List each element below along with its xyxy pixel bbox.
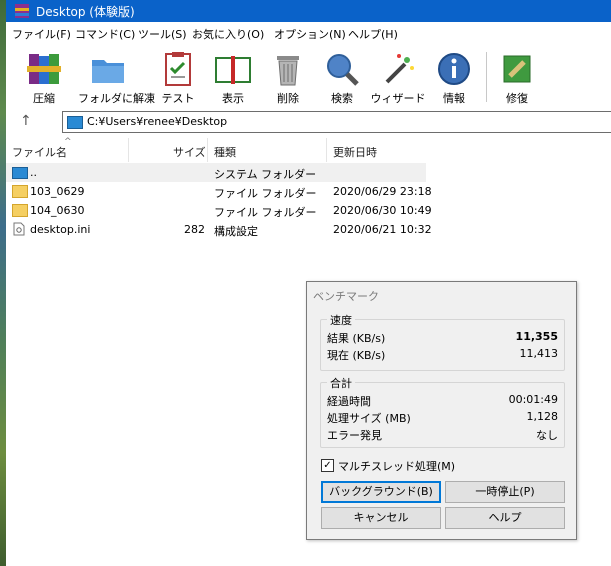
file-modified: 2020/06/29 23:18 [333,185,432,198]
extract-to-button[interactable]: フォルダに解凍 [78,48,155,106]
address-bar: ↑ C:¥Users¥renee¥Desktop [6,110,611,134]
speed-group-label: 速度 [327,312,355,328]
processed-size-label: 処理サイズ (MB) [327,412,411,425]
file-type: 構成設定 [214,225,258,238]
current-value: 11,413 [519,347,559,360]
file-modified: 2020/06/21 10:32 [333,223,432,236]
magnifier-icon [327,54,359,86]
menu-help[interactable]: ヘルプ(H) [348,26,398,42]
benchmark-dialog: ベンチマーク 速度 結果 (KB/s) 11,355 現在 (KB/s) 11,… [306,281,577,540]
title-bar[interactable]: Desktop (体験版) [6,0,611,22]
wizard-label: ウィザード [370,92,426,105]
processed-size-value: 1,128 [526,410,559,423]
magic-wand-icon [385,54,414,84]
toolbar: 圧縮 フォルダに解凍 テスト 表示 削除 検索 ウィザード 情報 修復 [6,44,611,111]
path-text: C:¥Users¥renee¥Desktop [87,115,228,128]
sort-ascending-icon: ^ [64,137,72,147]
window-title: Desktop (体験版) [36,5,135,19]
settings-file-icon [13,222,25,236]
info-label: 情報 [443,92,465,105]
background-button[interactable]: バックグラウンド(B) [321,481,441,503]
trash-can-icon [277,56,299,86]
current-label: 現在 (KB/s) [327,349,386,362]
folder-extract-icon [92,60,124,83]
repair-button[interactable]: 修復 [487,48,547,106]
extract-to-label: フォルダに解凍 [78,92,155,105]
delete-label: 削除 [277,92,299,105]
multithread-label[interactable]: マルチスレッド処理(M) [338,458,455,474]
help-button[interactable]: ヘルプ [445,507,565,529]
menu-bar: ファイル(F) コマンド(C) ツール(S) お気に入り(O) オプション(N)… [6,22,611,44]
menu-options[interactable]: オプション(N) [274,26,346,42]
column-header-name[interactable]: ファイル名 ^ [6,137,128,162]
menu-commands[interactable]: コマンド(C) [75,26,135,42]
file-name: desktop.ini [30,223,91,236]
file-size: 282 [184,223,205,236]
add-label: 圧縮 [33,92,55,105]
total-group: 合計 経過時間 00:01:49 処理サイズ (MB) 1,128 エラー発見 … [320,375,565,448]
find-label: 検索 [331,92,353,105]
elapsed-label: 経過時間 [327,395,371,408]
test-button[interactable]: テスト [148,48,208,106]
menu-favorites[interactable]: お気に入り(O) [192,26,264,42]
file-row-103-0629[interactable]: 103_0629 ファイル フォルダー 2020/06/29 23:18 [6,182,432,201]
open-book-icon [215,56,251,84]
menu-tools[interactable]: ツール(S) [138,26,187,42]
path-field[interactable]: C:¥Users¥renee¥Desktop [62,111,611,133]
pause-button[interactable]: 一時停止(P) [445,481,565,503]
file-row-104-0630[interactable]: 104_0630 ファイル フォルダー 2020/06/30 10:49 [6,201,432,220]
multithread-checkbox[interactable]: ✓ [321,459,334,472]
repair-label: 修復 [506,92,528,105]
column-type-label: 種類 [214,146,236,159]
column-name-label: ファイル名 [12,146,67,159]
archive-books-icon [27,54,61,84]
file-modified: 2020/06/30 10:49 [333,204,432,217]
file-row-parent[interactable]: .. システム フォルダー [6,163,426,182]
file-name: 104_0630 [30,204,85,217]
repair-box-icon [503,55,531,83]
delete-button[interactable]: 削除 [258,48,318,106]
info-button[interactable]: 情報 [424,48,484,106]
test-label: テスト [161,92,195,105]
file-row-desktop-ini[interactable]: desktop.ini 282 構成設定 2020/06/21 10:32 [6,220,432,239]
desktop-folder-icon [67,116,83,129]
winrar-app-icon [15,4,29,18]
view-button[interactable]: 表示 [203,48,263,106]
elapsed-value: 00:01:49 [508,393,558,406]
dialog-title: ベンチマーク [313,290,379,303]
file-type: システム フォルダー [214,168,317,181]
column-header-type[interactable]: 種類 [208,138,326,162]
cancel-button[interactable]: キャンセル [321,507,441,529]
wizard-button[interactable]: ウィザード [368,48,428,106]
find-button[interactable]: 検索 [312,48,372,106]
column-modified-label: 更新日時 [333,146,377,159]
menu-file[interactable]: ファイル(F) [12,26,71,42]
view-label: 表示 [222,92,244,105]
result-value: 11,355 [515,330,558,343]
errors-value: なし [536,429,558,442]
file-type: ファイル フォルダー [214,187,317,200]
column-header-modified[interactable]: 更新日時 [327,138,426,162]
add-button[interactable]: 圧縮 [14,48,74,106]
folder-icon [12,185,28,198]
file-name: 103_0629 [30,185,85,198]
file-list: ファイル名 ^ サイズ 種類 更新日時 .. システム フォルダー 103_06… [6,137,432,248]
parent-folder-icon [12,167,28,179]
file-type: ファイル フォルダー [214,206,317,219]
folder-icon [12,204,28,217]
column-size-label: サイズ [173,146,206,159]
speed-group: 速度 結果 (KB/s) 11,355 現在 (KB/s) 11,413 [320,312,565,371]
column-header-size[interactable]: サイズ [129,138,207,162]
result-label: 結果 (KB/s) [327,332,386,345]
file-name: .. [30,166,37,179]
total-group-label: 合計 [327,375,355,391]
info-icon [438,53,470,85]
up-arrow-icon[interactable]: ↑ [20,113,32,129]
clipboard-check-icon [165,52,191,86]
errors-label: エラー発見 [327,429,382,442]
